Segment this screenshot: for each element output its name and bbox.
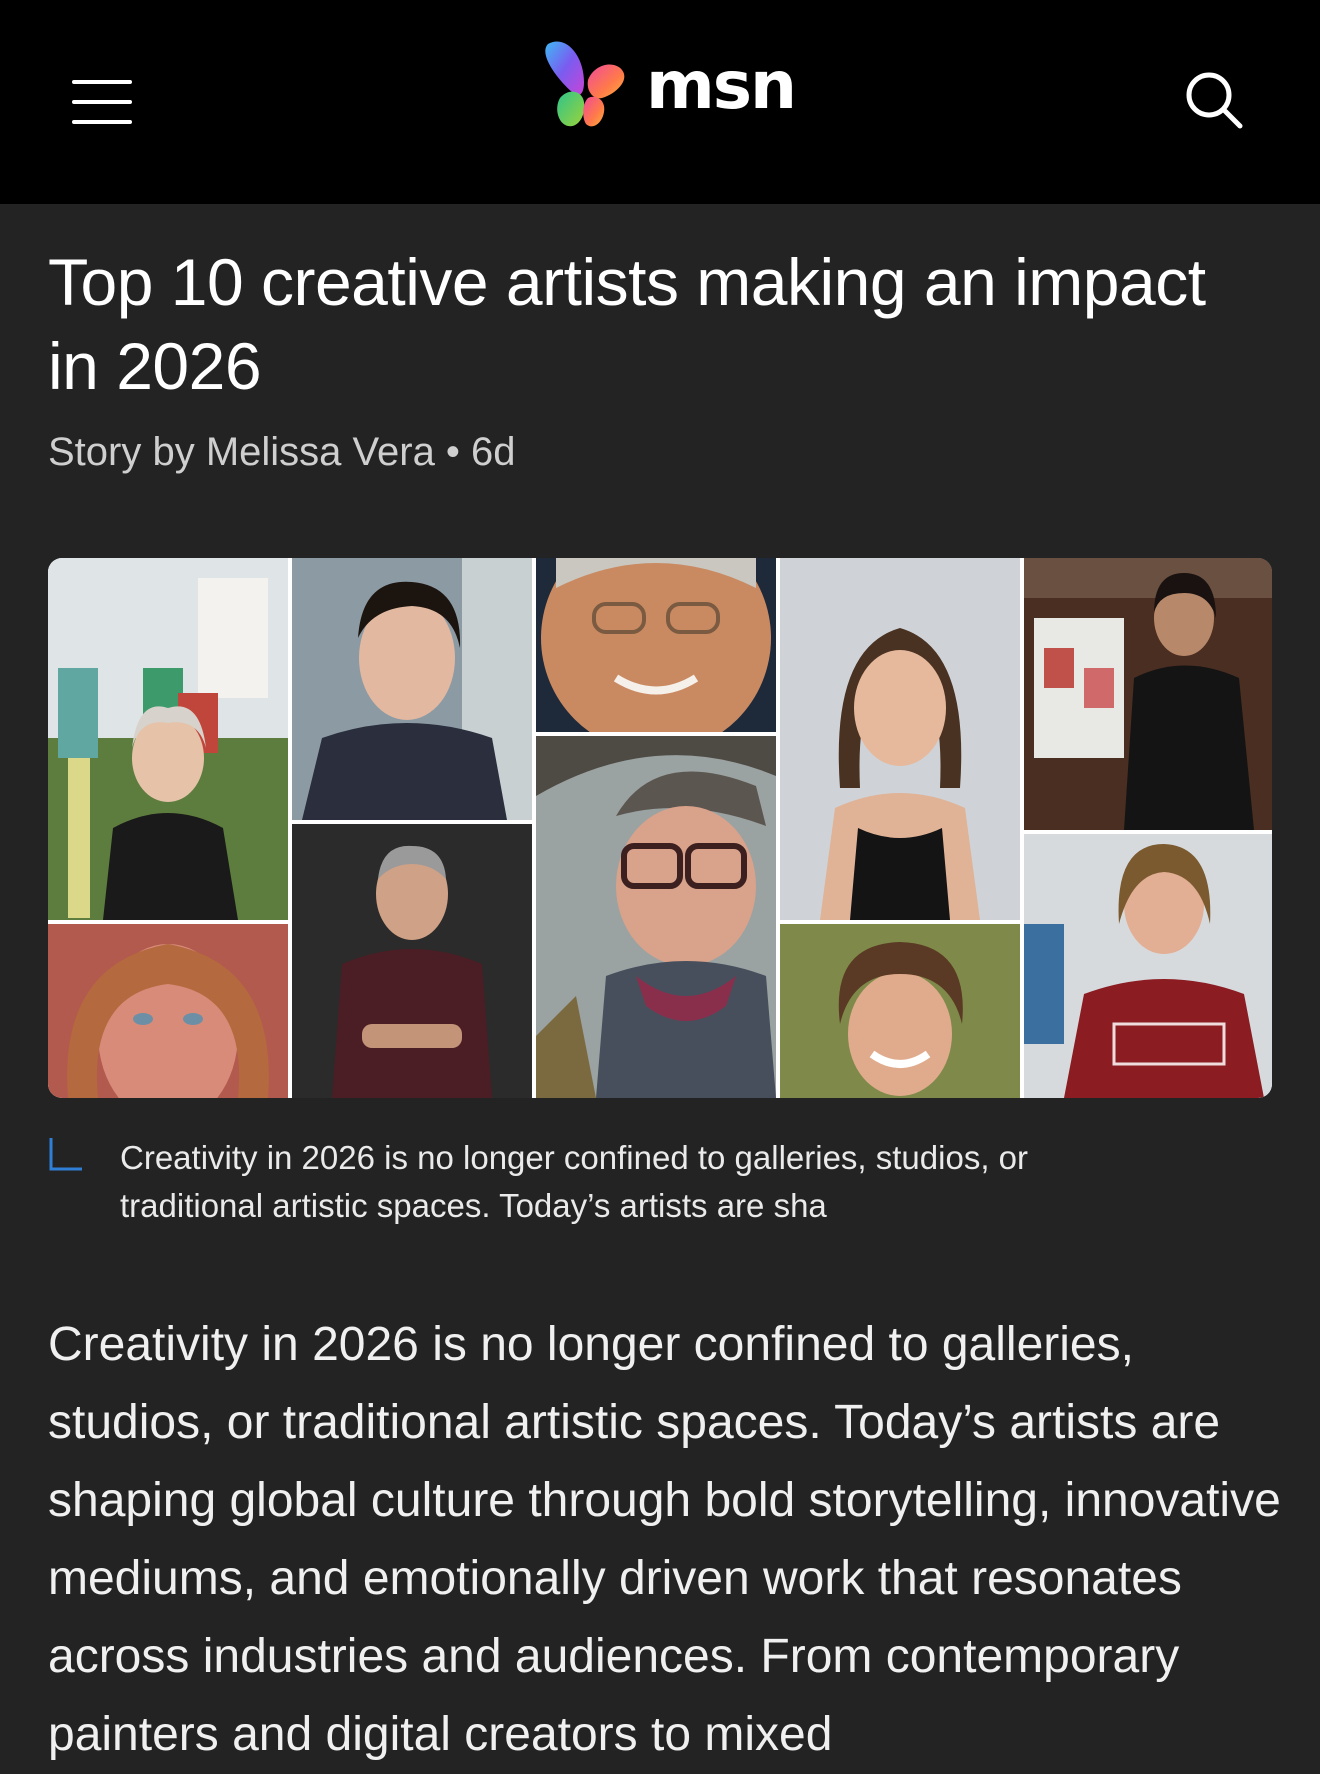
article-body-paragraph: Creativity in 2026 is no longer confined… bbox=[48, 1318, 1281, 1761]
caption-corner-icon bbox=[49, 1138, 82, 1171]
article-title: Top 10 creative artists making an impact… bbox=[48, 245, 1206, 403]
search-icon bbox=[1186, 72, 1243, 129]
portrait-photo bbox=[536, 558, 776, 732]
logo-text: msn bbox=[646, 47, 797, 124]
image-caption-row: Creativity in 2026 is no longer confined… bbox=[48, 1134, 1272, 1230]
portrait-photo bbox=[48, 924, 288, 1098]
portrait-photo bbox=[536, 736, 776, 1098]
portrait-photo bbox=[292, 824, 532, 1098]
portrait-photo bbox=[1024, 558, 1272, 830]
hamburger-menu-icon-bar bbox=[72, 80, 132, 84]
portrait-photo bbox=[292, 558, 532, 820]
msn-butterfly-logo-icon bbox=[545, 41, 625, 127]
hero-image-collage[interactable] bbox=[48, 558, 1272, 1098]
portrait-photo bbox=[780, 924, 1020, 1098]
hamburger-menu-icon-bar bbox=[72, 100, 132, 104]
image-caption: Creativity in 2026 is no longer confined… bbox=[120, 1139, 1028, 1224]
menu-button[interactable] bbox=[60, 66, 144, 138]
portrait-photo bbox=[1024, 834, 1272, 1098]
article-byline: Story by Melissa Vera • 6d bbox=[48, 430, 516, 474]
portrait-photo bbox=[780, 558, 1020, 920]
portrait-photo bbox=[48, 558, 288, 920]
msn-logo-link[interactable]: msn bbox=[538, 36, 797, 132]
top-navigation-bar: msn bbox=[0, 0, 1320, 204]
article: Top 10 creative artists making an impact… bbox=[48, 204, 1272, 480]
search-button[interactable] bbox=[1180, 66, 1250, 136]
hamburger-menu-icon-bar bbox=[72, 120, 132, 124]
